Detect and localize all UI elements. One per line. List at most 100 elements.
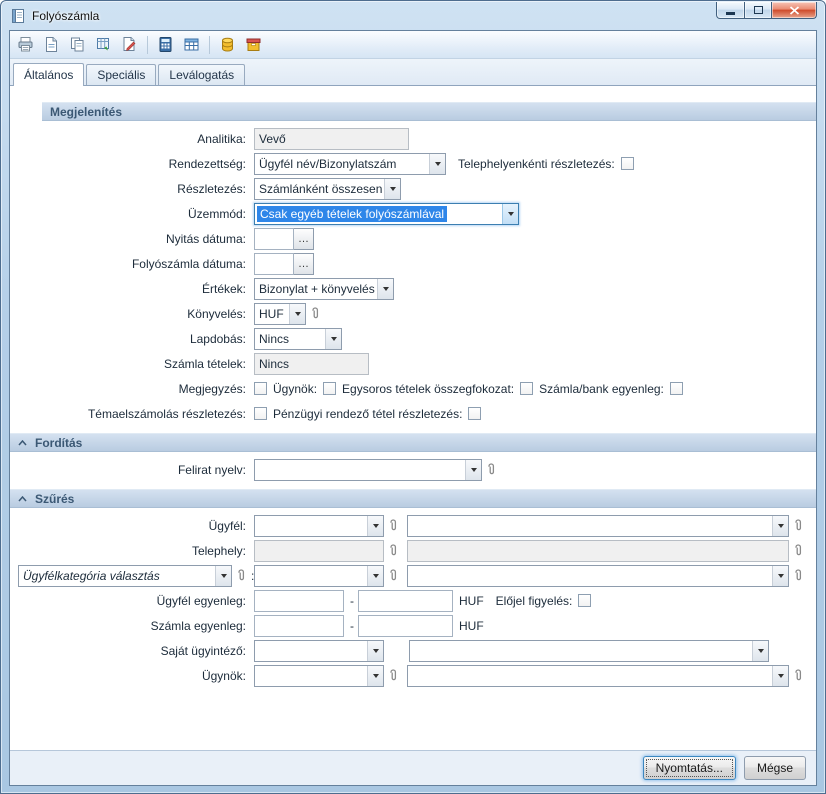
- tab-altalanos[interactable]: Általános: [13, 63, 84, 86]
- elojel-checkbox[interactable]: [578, 594, 591, 607]
- elojel-label: Előjel figyelés:: [496, 594, 573, 608]
- ugyfel-combo-wide[interactable]: [407, 515, 789, 537]
- megjegyzes-label: Megjegyzés:: [18, 382, 254, 396]
- paperclip-icon[interactable]: [485, 462, 497, 477]
- chevron-down-icon: [772, 666, 788, 686]
- ertekek-combo[interactable]: Bizonylat + könyvelés: [254, 278, 394, 300]
- save-icon[interactable]: [40, 33, 63, 56]
- megjegyzes-checkbox[interactable]: [254, 382, 267, 395]
- row-felirat-nyelv: Felirat nyelv:: [10, 458, 816, 481]
- huf-label: HUF: [459, 594, 484, 608]
- maximize-button[interactable]: [745, 2, 772, 19]
- archive-icon[interactable]: [242, 33, 265, 56]
- minimize-icon: [726, 12, 735, 15]
- felirat-nyelv-label: Felirat nyelv:: [18, 463, 254, 477]
- egysoros-checkbox[interactable]: [520, 382, 533, 395]
- paperclip-icon[interactable]: [792, 568, 804, 583]
- database-icon[interactable]: [216, 33, 239, 56]
- chevron-down-icon: [429, 154, 445, 174]
- table-icon[interactable]: [180, 33, 203, 56]
- selected-value: Csak egyéb tételek folyószámlával: [257, 206, 447, 222]
- ugyfelkategoria-value-combo-wide[interactable]: [407, 565, 789, 587]
- sajat-ugyintezo-combo-wide[interactable]: [409, 640, 769, 662]
- ugyfel-egyenleg-min-input[interactable]: [254, 590, 344, 612]
- ugynok-combo-wide[interactable]: [407, 665, 789, 687]
- egysoros-label: Egysoros tételek összegfokozat:: [342, 382, 514, 396]
- tab-specialis[interactable]: Speciális: [86, 64, 156, 85]
- paperclip-icon[interactable]: [309, 306, 321, 321]
- temaelszamolas-label: Témaelszámolás részletezés:: [18, 407, 254, 421]
- lapdobas-combo[interactable]: Nincs: [254, 328, 342, 350]
- temaelszamolas-checkbox[interactable]: [254, 407, 267, 420]
- print-icon[interactable]: [14, 33, 37, 56]
- szamla-tetelek-input[interactable]: Nincs: [254, 353, 369, 375]
- huf-label: HUF: [459, 619, 484, 633]
- ugynok-combo[interactable]: [254, 665, 384, 687]
- szamla-bank-checkbox[interactable]: [670, 382, 683, 395]
- nyitas-datuma-input[interactable]: [254, 228, 294, 250]
- szamla-egyenleg-min-input[interactable]: [254, 615, 344, 637]
- calculator-icon[interactable]: [154, 33, 177, 56]
- close-button[interactable]: [772, 2, 817, 19]
- folyoszamla-datuma-picker-button[interactable]: …: [294, 253, 314, 275]
- section-header-forditas[interactable]: Fordítás: [10, 433, 816, 452]
- ugyfel-egyenleg-max-input[interactable]: [358, 590, 453, 612]
- window-controls: [716, 2, 817, 19]
- szamla-egyenleg-max-input[interactable]: [358, 615, 453, 637]
- print-button[interactable]: Nyomtatás...: [643, 756, 736, 780]
- nyitas-datuma-picker-button[interactable]: …: [294, 228, 314, 250]
- export-icon[interactable]: [92, 33, 115, 56]
- konyveles-combo[interactable]: HUF: [254, 303, 306, 325]
- paperclip-icon[interactable]: [792, 518, 804, 533]
- paperclip-icon[interactable]: [792, 668, 804, 683]
- chevron-down-icon: [325, 329, 341, 349]
- szamla-tetelek-label: Számla tételek:: [18, 357, 254, 371]
- row-ugyfel: Ügyfél:: [10, 514, 816, 537]
- folyoszamla-datuma-input[interactable]: [254, 253, 294, 275]
- chevron-down-icon: [377, 279, 393, 299]
- penzugyi-label: Pénzügyi rendező tétel részletezés:: [273, 407, 462, 421]
- tab-levalogatas[interactable]: Leválogatás: [158, 64, 245, 85]
- ertekek-label: Értékek:: [18, 282, 254, 296]
- chevron-down-icon: [502, 204, 518, 224]
- row-analitika: Analitika: Vevő: [10, 127, 816, 150]
- copy-icon[interactable]: [66, 33, 89, 56]
- ugynok-checkbox[interactable]: [323, 382, 336, 395]
- rendezettseg-combo[interactable]: Ügyfél név/Bizonylatszám: [254, 153, 446, 175]
- telephely-input-wide[interactable]: [407, 540, 789, 562]
- ugyfel-label: Ügyfél:: [18, 519, 254, 533]
- row-ertekek: Értékek: Bizonylat + könyvelés: [10, 277, 816, 300]
- ugyfelkategoria-combo[interactable]: Ügyfélkategória választás: [18, 565, 232, 587]
- tab-content: Megjelenítés Analitika: Vevő Rendezettsé…: [10, 86, 816, 750]
- row-szamla-egyenleg: Számla egyenleg: - HUF: [10, 614, 816, 637]
- felirat-nyelv-combo[interactable]: [254, 459, 482, 481]
- paperclip-icon[interactable]: [235, 568, 247, 583]
- paperclip-icon[interactable]: [387, 568, 399, 583]
- ugyfelkategoria-value-combo[interactable]: [254, 565, 384, 587]
- sajat-ugyintezo-combo[interactable]: [254, 640, 384, 662]
- row-rendezettseg: Rendezettség: Ügyfél név/Bizonylatszám T…: [10, 152, 816, 175]
- row-telephely: Telephely:: [10, 539, 816, 562]
- telephelyenkenti-checkbox[interactable]: [621, 157, 634, 170]
- paperclip-icon[interactable]: [792, 543, 804, 558]
- telephely-input[interactable]: [254, 540, 384, 562]
- footer: Nyomtatás... Mégse: [10, 750, 816, 785]
- edit-icon[interactable]: [118, 33, 141, 56]
- close-icon: [789, 6, 800, 15]
- paperclip-icon[interactable]: [387, 543, 399, 558]
- cancel-button[interactable]: Mégse: [744, 756, 806, 780]
- uzemmod-combo[interactable]: Csak egyéb tételek folyószámlával: [254, 203, 519, 225]
- analitika-input[interactable]: Vevő: [254, 128, 409, 150]
- penzugyi-checkbox[interactable]: [468, 407, 481, 420]
- ugyfel-combo[interactable]: [254, 515, 384, 537]
- paperclip-icon[interactable]: [387, 518, 399, 533]
- paperclip-icon[interactable]: [387, 668, 399, 683]
- chevron-down-icon: [367, 641, 383, 661]
- titlebar[interactable]: Folyószámla: [1, 1, 825, 30]
- chevron-down-icon: [215, 566, 231, 586]
- row-ugyfel-egyenleg: Ügyfél egyenleg: - HUF Előjel figyelés:: [10, 589, 816, 612]
- reszletezes-combo[interactable]: Számlánként összesen: [254, 178, 401, 200]
- minimize-button[interactable]: [716, 2, 745, 19]
- section-header-szures[interactable]: Szűrés: [10, 489, 816, 508]
- section-header-megjelenites: Megjelenítés: [42, 102, 816, 121]
